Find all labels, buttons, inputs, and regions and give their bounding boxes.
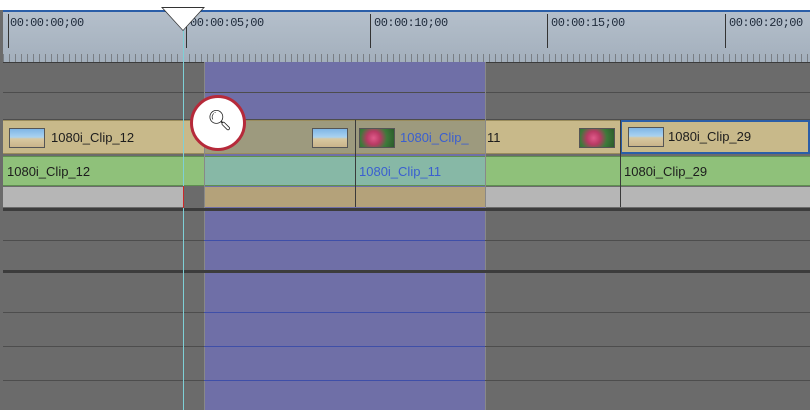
track-subrow (485, 187, 810, 207)
timecode-label: 00:00:15;00 (551, 16, 625, 30)
ruler-mark (725, 14, 726, 48)
timecode-label: 00:00:00;00 (10, 16, 84, 30)
audio-clip-gap[interactable] (184, 156, 204, 186)
clip-thumbnail (9, 128, 45, 148)
track-separator-range (204, 346, 485, 347)
ruler-top-bar (0, 0, 810, 10)
clip-name: 1080i_Clip_12 (51, 130, 135, 145)
clip-thumbnail (579, 128, 615, 148)
clip-thumbnail (312, 128, 348, 148)
track-subrow (204, 187, 485, 207)
track-separator-range (204, 240, 485, 241)
clip-name: 1080i_Clip_ (400, 130, 469, 145)
audio-clip[interactable]: 1080i_Clip_12 (3, 156, 183, 186)
ruler-mark (547, 14, 548, 48)
timecode-label: 00:00:20;00 (729, 16, 803, 30)
ruler-top-line (3, 10, 810, 12)
ruler-mark (8, 14, 9, 48)
clip-boundary (485, 62, 486, 410)
clip-thumbnail (359, 128, 395, 148)
clip-boundary (620, 120, 621, 207)
playhead-line-segment (183, 186, 184, 208)
video-clip[interactable]: 1080i_Clip_12 (3, 120, 183, 154)
audio-clip[interactable]: 1080i_Clip_29 (620, 156, 810, 186)
magnifier-zoom-icon: 🔍︎ (207, 108, 233, 132)
audio-clip-name: 1080i_Clip_12 (7, 164, 91, 179)
track-subrow (3, 187, 183, 207)
ruler-mark (370, 14, 371, 48)
video-clip[interactable]: 1080i_Clip_ (355, 120, 485, 154)
video-clip-selected[interactable]: 1080i_Clip_29 (620, 120, 810, 154)
timeline-panel: 00:00:00;00 00:00:05;00 00:00:10;00 00:0… (0, 0, 810, 410)
audio-clip[interactable] (204, 156, 355, 186)
track-separator-range (204, 380, 485, 381)
video-clip[interactable]: 11 (485, 120, 620, 154)
playhead-line[interactable] (183, 20, 184, 410)
audio-clip-name: 1080i_Clip_29 (624, 164, 708, 179)
clip-thumbnail (628, 127, 664, 147)
ruler-ticks (3, 54, 810, 62)
clip-name: 1080i_Clip_29 (668, 129, 752, 144)
track-separator (3, 92, 810, 93)
zoom-cursor: 🔍︎ (190, 95, 246, 151)
clip-boundary (355, 120, 356, 207)
timecode-label: 00:00:10;00 (374, 16, 448, 30)
track-separator-range (204, 312, 485, 313)
selected-range[interactable] (204, 62, 485, 410)
audio-clip[interactable] (485, 156, 620, 186)
audio-clip[interactable]: 1080i_Clip_11 (355, 156, 485, 186)
clip-name-tail: 11 (487, 130, 501, 145)
audio-clip-name: 1080i_Clip_11 (359, 164, 442, 179)
playhead-handle[interactable] (163, 8, 203, 30)
track-group-divider (3, 270, 810, 273)
track-group-divider (3, 208, 810, 211)
